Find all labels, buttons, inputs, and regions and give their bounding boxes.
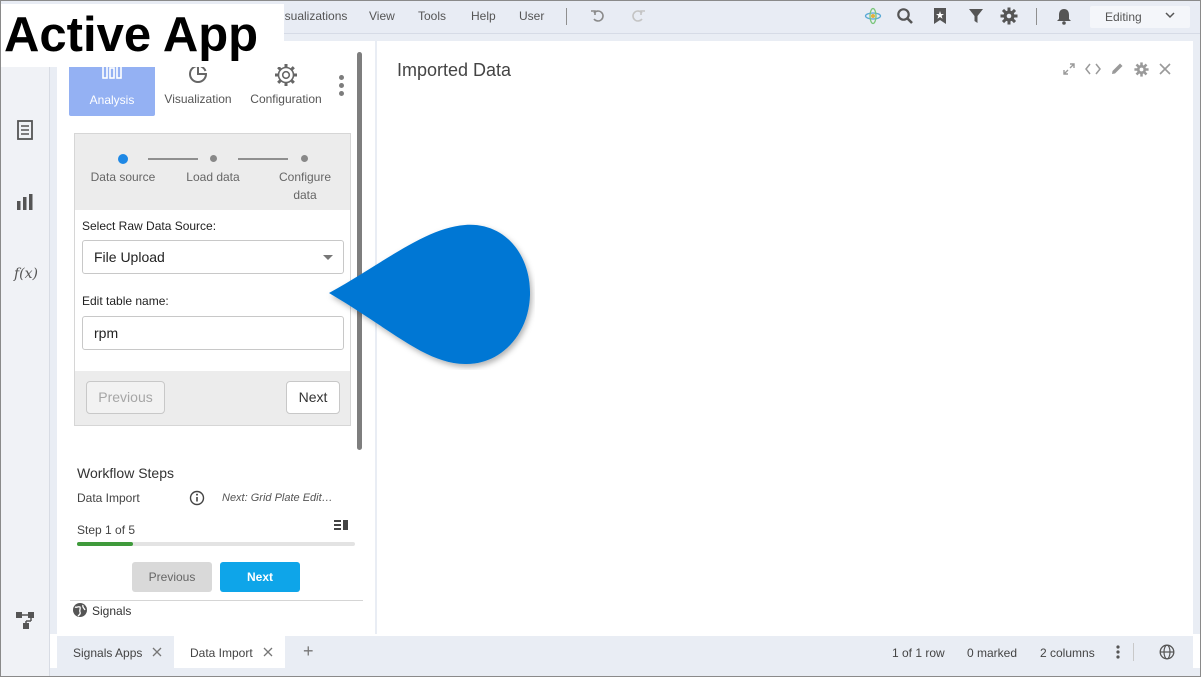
window-bottom-edge: [50, 668, 1201, 677]
menu-separator: [566, 8, 567, 25]
mode-select[interactable]: Editing: [1090, 6, 1190, 28]
info-icon[interactable]: [189, 490, 205, 509]
bell-icon[interactable]: [1054, 6, 1074, 26]
wizard-form: Select Raw Data Source: File Upload Edit…: [75, 210, 350, 371]
tab-analysis-label: Analysis: [89, 93, 135, 107]
sidebar-rail: f(x): [0, 34, 50, 677]
marked-count: 0 marked: [967, 646, 1018, 660]
table-name-label: Edit table name:: [82, 294, 169, 308]
bottom-tab-bar: Signals Apps Data Import +: [57, 636, 1193, 668]
workflow-previous-button[interactable]: Previous: [132, 562, 212, 592]
filter-icon[interactable]: [966, 6, 986, 26]
data-source-value: File Upload: [94, 249, 165, 265]
undo-icon[interactable]: [588, 6, 608, 26]
close-icon[interactable]: [1156, 60, 1174, 78]
signals-label: Signals: [92, 604, 132, 618]
document-icon[interactable]: [14, 119, 36, 141]
tab-visualization[interactable]: Visualization: [158, 59, 238, 114]
tab-signals-apps-label: Signals Apps: [73, 646, 143, 660]
column-count: 2 columns: [1040, 646, 1095, 660]
step-indicator: [210, 155, 217, 162]
more-options-icon[interactable]: [1116, 645, 1120, 662]
visualization-title: Imported Data: [397, 60, 512, 80]
status-separator: [1133, 643, 1134, 661]
previous-button[interactable]: Previous: [86, 381, 165, 414]
bar-chart-icon[interactable]: [14, 191, 36, 213]
globe-icon[interactable]: [1159, 644, 1175, 663]
maximize-icon[interactable]: [1060, 60, 1078, 78]
tab-data-import-label: Data Import: [190, 646, 253, 660]
close-icon[interactable]: [152, 646, 162, 660]
signals-footer[interactable]: Signals: [70, 600, 363, 630]
next-button[interactable]: Next: [286, 381, 340, 414]
tab-configuration-label: Configuration: [250, 92, 322, 106]
mode-select-value: Editing: [1105, 10, 1142, 24]
workflow-title: Workflow Steps: [77, 465, 174, 481]
step-label-configure-data: Configure data: [278, 170, 332, 202]
row-count: 1 of 1 row: [892, 646, 945, 660]
active-app-title: Active App: [0, 4, 284, 67]
gear-icon[interactable]: [1132, 60, 1150, 78]
tab-configuration[interactable]: Configuration: [246, 59, 326, 114]
menu-visualizations[interactable]: isualizations: [282, 9, 347, 23]
tab-visualization-label: Visualization: [164, 92, 232, 106]
menu-separator: [1036, 8, 1037, 25]
add-tab-button[interactable]: +: [303, 641, 314, 662]
flow-icon[interactable]: [14, 609, 36, 631]
table-name-input[interactable]: rpm: [82, 316, 344, 350]
step-indicator: [301, 155, 308, 162]
chevron-down-icon: [1164, 9, 1176, 24]
menu-help[interactable]: Help: [471, 9, 496, 23]
data-source-select[interactable]: File Upload: [82, 240, 344, 274]
step-list-icon[interactable]: [334, 519, 349, 534]
tab-analysis[interactable]: Analysis: [69, 59, 155, 116]
workflow-progress: [77, 542, 355, 546]
globe-icon: [72, 602, 88, 621]
redo-icon[interactable]: [628, 6, 648, 26]
data-import-wizard: Data source Load data Configure data Sel…: [74, 133, 351, 426]
more-options-icon[interactable]: [338, 75, 346, 101]
tab-signals-apps[interactable]: Signals Apps: [57, 636, 173, 668]
search-icon[interactable]: [895, 6, 915, 26]
menu-user[interactable]: User: [519, 9, 544, 23]
tab-data-import[interactable]: Data Import: [174, 636, 285, 668]
menu-tools[interactable]: Tools: [418, 9, 446, 23]
step-indicator-active: [118, 154, 128, 164]
function-icon[interactable]: f(x): [12, 263, 40, 285]
step-connector: [148, 158, 198, 160]
table-name-value: rpm: [94, 325, 119, 341]
workflow-current-step: Data Import: [77, 491, 140, 505]
menu-view[interactable]: View: [369, 9, 395, 23]
code-icon[interactable]: [1084, 60, 1102, 78]
source-label: Select Raw Data Source:: [82, 219, 217, 233]
close-icon[interactable]: [263, 646, 273, 660]
workflow-next-step: Next: Grid Plate Edit…: [222, 492, 333, 504]
atom-icon[interactable]: [863, 6, 883, 26]
callout-pointer: [329, 224, 531, 365]
step-connector: [238, 158, 288, 160]
gear-icon[interactable]: [999, 6, 1019, 26]
step-label-data-source: Data source: [90, 170, 156, 184]
edit-icon[interactable]: [1108, 60, 1126, 78]
bookmark-icon[interactable]: [930, 6, 950, 26]
workflow-step-count: Step 1 of 5: [77, 523, 136, 537]
step-label-load-data: Load data: [186, 170, 240, 184]
workflow-progress-fill: [77, 542, 133, 546]
workflow-next-button[interactable]: Next: [220, 562, 300, 592]
